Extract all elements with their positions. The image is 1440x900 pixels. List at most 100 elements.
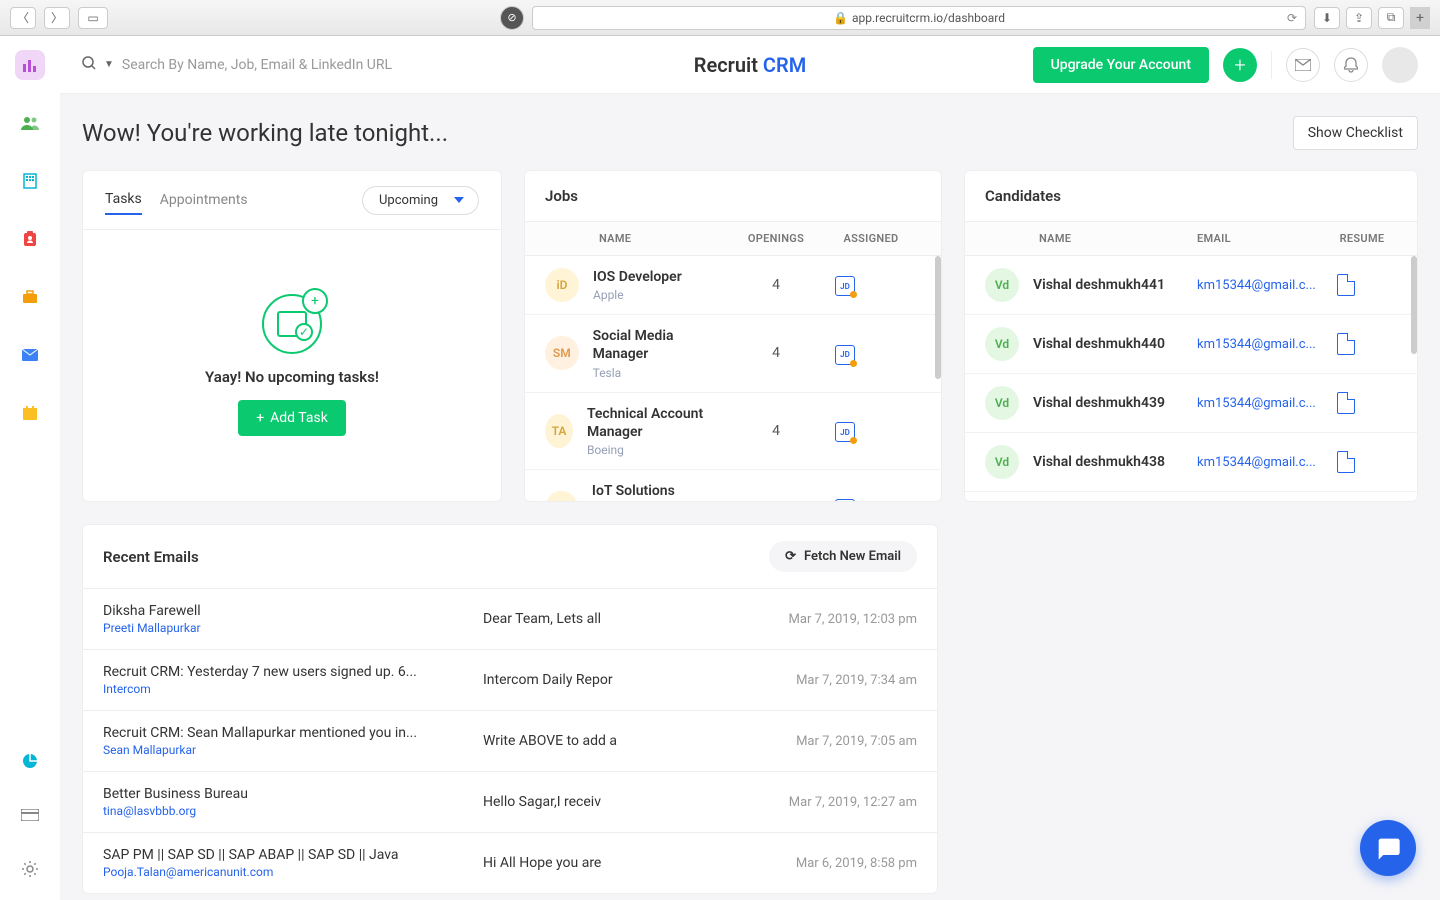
candidate-row[interactable]: VdVishal deshmukh440km15344@gmail.c... [965, 315, 1417, 374]
candidate-row[interactable]: VdVishal deshmukh441km15344@gmail.c... [965, 256, 1417, 315]
assigned-icon[interactable] [835, 499, 855, 501]
email-preview: Hi All Hope you are [483, 855, 757, 871]
job-company: Boeing [587, 443, 731, 457]
email-time: Mar 7, 2019, 12:27 am [757, 795, 917, 810]
sidebar-item-companies[interactable] [15, 166, 45, 196]
emails-title: Recent Emails [103, 548, 199, 566]
jobs-table-head: NAME OPENINGS ASSIGNED [525, 221, 941, 256]
job-row[interactable]: SMSocial Media ManagerTesla4 [525, 315, 941, 392]
browser-url-bar[interactable]: 🔒 app.recruitcrm.io/dashboard ⟳ [532, 6, 1306, 30]
tab-tasks[interactable]: Tasks [105, 185, 142, 215]
search-input[interactable] [122, 57, 462, 73]
email-time: Mar 6, 2019, 8:58 pm [757, 856, 917, 871]
email-row[interactable]: SAP PM || SAP SD || SAP ABAP || SAP SD |… [83, 832, 937, 893]
show-checklist-button[interactable]: Show Checklist [1293, 116, 1418, 150]
candidate-email[interactable]: km15344@gmail.c... [1197, 278, 1327, 293]
resume-icon[interactable] [1337, 392, 1355, 414]
tasks-filter-select[interactable]: Upcoming [362, 186, 479, 215]
tabs-icon[interactable]: ⧉ [1378, 7, 1404, 29]
assigned-icon[interactable] [835, 422, 855, 442]
email-preview: Hello Sagar,I receiv [483, 794, 757, 810]
pie-icon [22, 753, 38, 769]
candidate-email[interactable]: km15344@gmail.c... [1197, 337, 1327, 352]
emails-card: Recent Emails ⟳ Fetch New Email Diksha F… [82, 524, 938, 894]
job-openings: 4 [731, 345, 821, 361]
email-preview: Intercom Daily Repor [483, 672, 757, 688]
job-row[interactable]: ISIoT Solutions ArchitectFacebook4 [525, 470, 941, 501]
email-row[interactable]: Diksha FarewellPreeti MallapurkarDear Te… [83, 588, 937, 649]
add-button[interactable]: + [1223, 48, 1257, 82]
candidates-card: Candidates NAME EMAIL RESUME VdVishal de… [964, 170, 1418, 502]
job-row[interactable]: TATechnical Account ManagerBoeing4 [525, 393, 941, 470]
resume-icon[interactable] [1337, 274, 1355, 296]
browser-sidebar-button[interactable]: ▭ [78, 7, 108, 29]
job-openings: 4 [731, 277, 821, 293]
sidebar-item-calendar[interactable] [15, 398, 45, 428]
fetch-email-button[interactable]: ⟳ Fetch New Email [769, 541, 917, 572]
browser-back-button[interactable]: 〈 [10, 7, 36, 29]
bell-icon[interactable] [1334, 48, 1368, 82]
browser-url: app.recruitcrm.io/dashboard [852, 11, 1005, 25]
candidate-name: Vishal deshmukh440 [1033, 335, 1165, 353]
sidebar-item-billing[interactable] [15, 800, 45, 830]
sidebar-item-mail[interactable] [15, 340, 45, 370]
avatar[interactable] [1382, 47, 1418, 83]
candidate-row[interactable]: VdVishal deshmukh438km15344@gmail.c... [965, 433, 1417, 492]
assigned-icon[interactable] [835, 276, 855, 296]
email-row[interactable]: Recruit CRM: Yesterday 7 new users signe… [83, 649, 937, 710]
inbox-icon[interactable] [1286, 48, 1320, 82]
sidebar [0, 36, 60, 900]
add-task-button[interactable]: +Add Task [238, 400, 346, 436]
upgrade-button[interactable]: Upgrade Your Account [1033, 47, 1209, 83]
candidates-title: Candidates [965, 171, 1417, 221]
sidebar-item-dashboard[interactable] [15, 50, 45, 80]
email-time: Mar 7, 2019, 7:34 am [757, 673, 917, 688]
clipboard-user-icon [23, 231, 37, 247]
browser-reader-icon[interactable]: ⊘ [500, 6, 524, 30]
assigned-icon[interactable] [835, 345, 855, 365]
chart-bar-icon [22, 57, 38, 73]
tab-appointments[interactable]: Appointments [160, 186, 248, 214]
candidate-email[interactable]: km15344@gmail.c... [1197, 396, 1327, 411]
email-row[interactable]: Recruit CRM: Sean Mallapurkar mentioned … [83, 710, 937, 771]
job-name: IoT Solutions Architect [592, 482, 731, 501]
browser-chrome: 〈 〉 ▭ ⊘ 🔒 app.recruitcrm.io/dashboard ⟳ … [0, 0, 1440, 36]
email-row[interactable]: Better Business Bureautina@lasvbbb.orgHe… [83, 771, 937, 832]
email-preview: Dear Team, Lets all [483, 611, 757, 627]
email-subject: Better Business Bureau [103, 786, 483, 802]
candidate-name: Vishal deshmukh439 [1033, 394, 1165, 412]
new-tab-button[interactable]: + [1410, 7, 1430, 29]
resume-icon[interactable] [1337, 451, 1355, 473]
lock-icon: 🔒 [833, 11, 848, 25]
people-icon [21, 116, 39, 130]
search-icon[interactable] [82, 55, 96, 74]
job-openings: 4 [731, 423, 821, 439]
sidebar-item-jobs[interactable] [15, 282, 45, 312]
share-icon[interactable]: ⇪ [1346, 7, 1372, 29]
job-row[interactable]: iDIOS DeveloperApple4 [525, 256, 941, 315]
sidebar-item-candidates[interactable] [15, 108, 45, 138]
greeting-text: Wow! You're working late tonight... [82, 119, 448, 147]
candidate-badge: Vd [985, 268, 1019, 302]
brand-logo: Recruit CRM [694, 53, 806, 77]
resume-icon[interactable] [1337, 333, 1355, 355]
browser-forward-button[interactable]: 〉 [44, 7, 70, 29]
candidates-table-head: NAME EMAIL RESUME [965, 221, 1417, 256]
building-icon [22, 173, 38, 189]
search-dropdown-icon[interactable]: ▼ [104, 59, 114, 70]
email-sender: Intercom [103, 682, 483, 696]
sidebar-item-contacts[interactable] [15, 224, 45, 254]
sidebar-item-settings[interactable] [15, 854, 45, 884]
download-icon[interactable]: ⬇ [1314, 7, 1340, 29]
sidebar-item-reports[interactable] [15, 746, 45, 776]
job-name: Social Media Manager [593, 327, 731, 363]
candidate-row[interactable]: Vd Vishal deshmukh439 km15344@gmail.c... [965, 374, 1417, 433]
email-time: Mar 7, 2019, 12:03 pm [757, 612, 917, 627]
chat-fab[interactable] [1360, 820, 1416, 876]
calendar-icon [22, 405, 38, 421]
candidate-email[interactable]: km15344@gmail.c... [1197, 455, 1327, 470]
jobs-card: Jobs NAME OPENINGS ASSIGNED iDIOS Develo… [524, 170, 942, 502]
candidate-badge: Vd [985, 386, 1019, 420]
email-subject: SAP PM || SAP SD || SAP ABAP || SAP SD |… [103, 847, 483, 863]
reload-icon[interactable]: ⟳ [1287, 11, 1297, 25]
